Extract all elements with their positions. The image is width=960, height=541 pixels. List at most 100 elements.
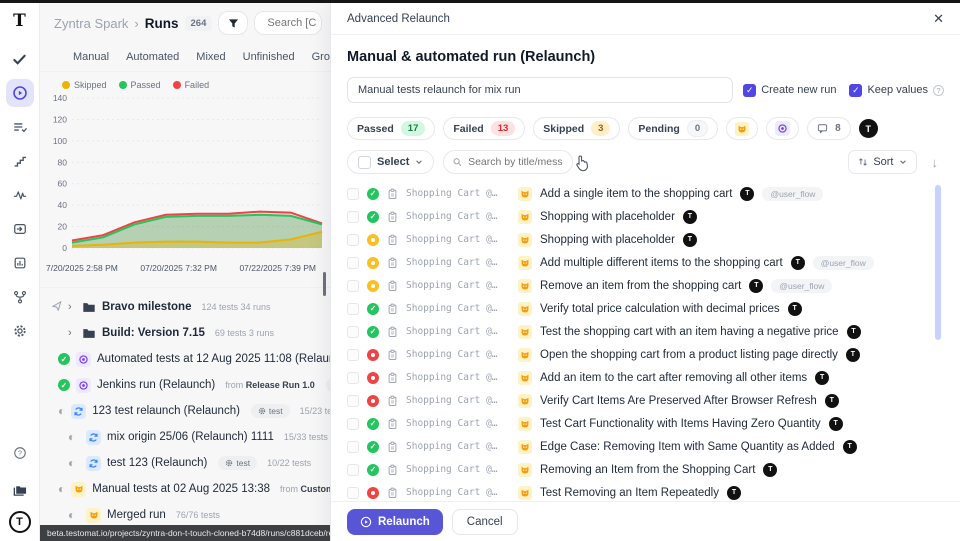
assignee-avatar[interactable]: T <box>791 256 805 270</box>
run-row[interactable]: ✓Jenkins run (Relaunch)from Release Run … <box>40 372 330 398</box>
test-checkbox[interactable] <box>347 349 359 361</box>
assignee-avatar[interactable]: T <box>727 486 741 500</box>
run-row[interactable]: ◐123 test relaunch (Relaunch)test15/23 t… <box>40 398 330 424</box>
test-checkbox[interactable] <box>347 188 359 200</box>
test-row[interactable]: ✓Shopping Cart @…Shopping with placehold… <box>347 205 944 228</box>
test-row[interactable]: ✓Shopping Cart @…Verify total price calc… <box>347 297 944 320</box>
tab-mixed[interactable]: Mixed <box>196 51 225 63</box>
assignee-avatar[interactable]: T <box>749 279 763 293</box>
tab-manual[interactable]: Manual <box>73 51 109 63</box>
filter-chip-comments[interactable]: 8 <box>807 117 851 140</box>
test-checkbox[interactable] <box>347 326 359 338</box>
checkbox-checked-icon[interactable]: ✓ <box>849 84 862 97</box>
filter-chip-skipped[interactable]: Skipped3 <box>533 117 620 140</box>
filter-chip-manual[interactable] <box>726 117 758 140</box>
test-row[interactable]: ✓Shopping Cart @…Add a single item to th… <box>347 182 944 205</box>
test-row[interactable]: Shopping Cart @…Shopping with placeholde… <box>347 228 944 251</box>
filter-button[interactable] <box>218 11 248 35</box>
test-tag[interactable]: @user_flow <box>771 279 832 293</box>
help-icon[interactable]: ? <box>933 85 944 96</box>
test-row[interactable]: Shopping Cart @…Add an item to the cart … <box>347 366 944 389</box>
tab-groups[interactable]: Groups <box>312 51 330 63</box>
run-row[interactable]: ✓Automated tests at 12 Aug 2025 11:08 (R… <box>40 346 330 372</box>
plans-icon[interactable] <box>6 113 34 141</box>
run-row[interactable]: ◐mix origin 25/06 (Relaunch) 111115/33 t… <box>40 424 330 450</box>
relaunch-button[interactable]: Relaunch <box>347 509 443 535</box>
test-checkbox[interactable] <box>347 372 359 384</box>
select-dropdown[interactable]: Select <box>347 150 434 174</box>
assignee-avatar[interactable]: T <box>846 348 860 362</box>
run-name-input[interactable] <box>347 77 733 103</box>
test-checkbox[interactable] <box>347 418 359 430</box>
chevron-right-icon[interactable]: › <box>68 327 76 339</box>
test-row[interactable]: Shopping Cart @…Verify Cart Items Are Pr… <box>347 389 944 412</box>
branches-icon[interactable] <box>6 283 34 311</box>
filter-chip-failed[interactable]: Failed13 <box>443 117 525 140</box>
legend-failed[interactable]: Failed <box>173 80 210 90</box>
download-icon[interactable]: ↓ <box>926 155 945 170</box>
tab-unfinished[interactable]: Unfinished <box>243 51 295 63</box>
test-checkbox[interactable] <box>347 280 359 292</box>
test-row[interactable]: Shopping Cart @…Open the shopping cart f… <box>347 343 944 366</box>
folder-row[interactable]: ›Build: Version 7.1569 tests 3 runs <box>40 320 330 346</box>
tests-search-input[interactable] <box>468 156 563 168</box>
projects-icon[interactable] <box>6 475 34 503</box>
filter-chip-pending[interactable]: Pending0 <box>628 117 718 140</box>
tests-search[interactable] <box>443 150 573 174</box>
assignee-avatar[interactable]: T <box>740 187 754 201</box>
list-scrollbar-thumb[interactable] <box>935 185 941 340</box>
reports-icon[interactable] <box>6 249 34 277</box>
chevron-right-icon[interactable]: › <box>68 301 76 313</box>
app-logo[interactable]: T <box>13 11 26 31</box>
close-icon[interactable]: ✕ <box>933 11 944 27</box>
tests-icon[interactable] <box>6 45 34 73</box>
test-checkbox[interactable] <box>347 441 359 453</box>
sort-button[interactable]: Sort <box>848 150 916 174</box>
test-checkbox[interactable] <box>347 211 359 223</box>
run-row[interactable]: ◐Manual tests at 02 Aug 2025 13:38from C… <box>40 476 330 502</box>
analytics-icon[interactable] <box>6 181 34 209</box>
filter-chip-automated[interactable] <box>766 117 799 140</box>
assignee-avatar[interactable]: T <box>859 119 878 138</box>
test-row[interactable]: ✓Shopping Cart @…Removing an Item from t… <box>347 458 944 481</box>
settings-icon[interactable] <box>6 317 34 345</box>
select-all-checkbox[interactable] <box>358 156 371 169</box>
legend-passed[interactable]: Passed <box>119 80 161 90</box>
test-row[interactable]: Shopping Cart @…Add multiple different i… <box>347 251 944 274</box>
legend-skipped[interactable]: Skipped <box>62 80 107 90</box>
test-tag[interactable]: @user_flow <box>813 256 874 270</box>
test-row[interactable]: Shopping Cart @…Test Removing an Item Re… <box>347 481 944 501</box>
assignee-avatar[interactable]: T <box>763 463 777 477</box>
assignee-avatar[interactable]: T <box>683 233 697 247</box>
assignee-avatar[interactable]: T <box>788 302 802 316</box>
test-checkbox[interactable] <box>347 487 359 499</box>
run-row[interactable]: ◐test 123 (Relaunch)test10/22 tests <box>40 450 330 476</box>
runs-search[interactable]: ✕ <box>254 11 322 35</box>
option-keep-values[interactable]: ✓Keep values? <box>849 84 944 97</box>
tab-automated[interactable]: Automated <box>126 51 179 63</box>
assignee-avatar[interactable]: T <box>847 325 861 339</box>
test-checkbox[interactable] <box>347 395 359 407</box>
breadcrumb-project[interactable]: Zyntra Spark <box>54 16 128 31</box>
runs-icon[interactable] <box>6 79 34 107</box>
checkbox-checked-icon[interactable]: ✓ <box>743 84 756 97</box>
import-icon[interactable] <box>6 215 34 243</box>
runs-search-input[interactable] <box>267 17 323 29</box>
test-checkbox[interactable] <box>347 303 359 315</box>
help-icon[interactable]: ? <box>6 439 34 467</box>
test-row[interactable]: Shopping Cart @…Remove an item from the … <box>347 274 944 297</box>
assignee-avatar[interactable]: T <box>843 440 857 454</box>
milestones-icon[interactable] <box>6 147 34 175</box>
test-checkbox[interactable] <box>347 464 359 476</box>
test-row[interactable]: ✓Shopping Cart @…Test Cart Functionality… <box>347 412 944 435</box>
chart-scrollbar[interactable] <box>323 272 326 296</box>
test-row[interactable]: ✓Shopping Cart @…Test the shopping cart … <box>347 320 944 343</box>
filter-chip-passed[interactable]: Passed17 <box>347 117 435 140</box>
assignee-avatar[interactable]: T <box>815 371 829 385</box>
profile-avatar[interactable]: T <box>9 511 31 533</box>
option-create-new-run[interactable]: ✓Create new run <box>743 84 836 97</box>
folder-row[interactable]: ›Bravo milestone124 tests 34 runs <box>40 294 330 320</box>
assignee-avatar[interactable]: T <box>829 417 843 431</box>
test-checkbox[interactable] <box>347 257 359 269</box>
test-tag[interactable]: @user_flow <box>762 187 823 201</box>
